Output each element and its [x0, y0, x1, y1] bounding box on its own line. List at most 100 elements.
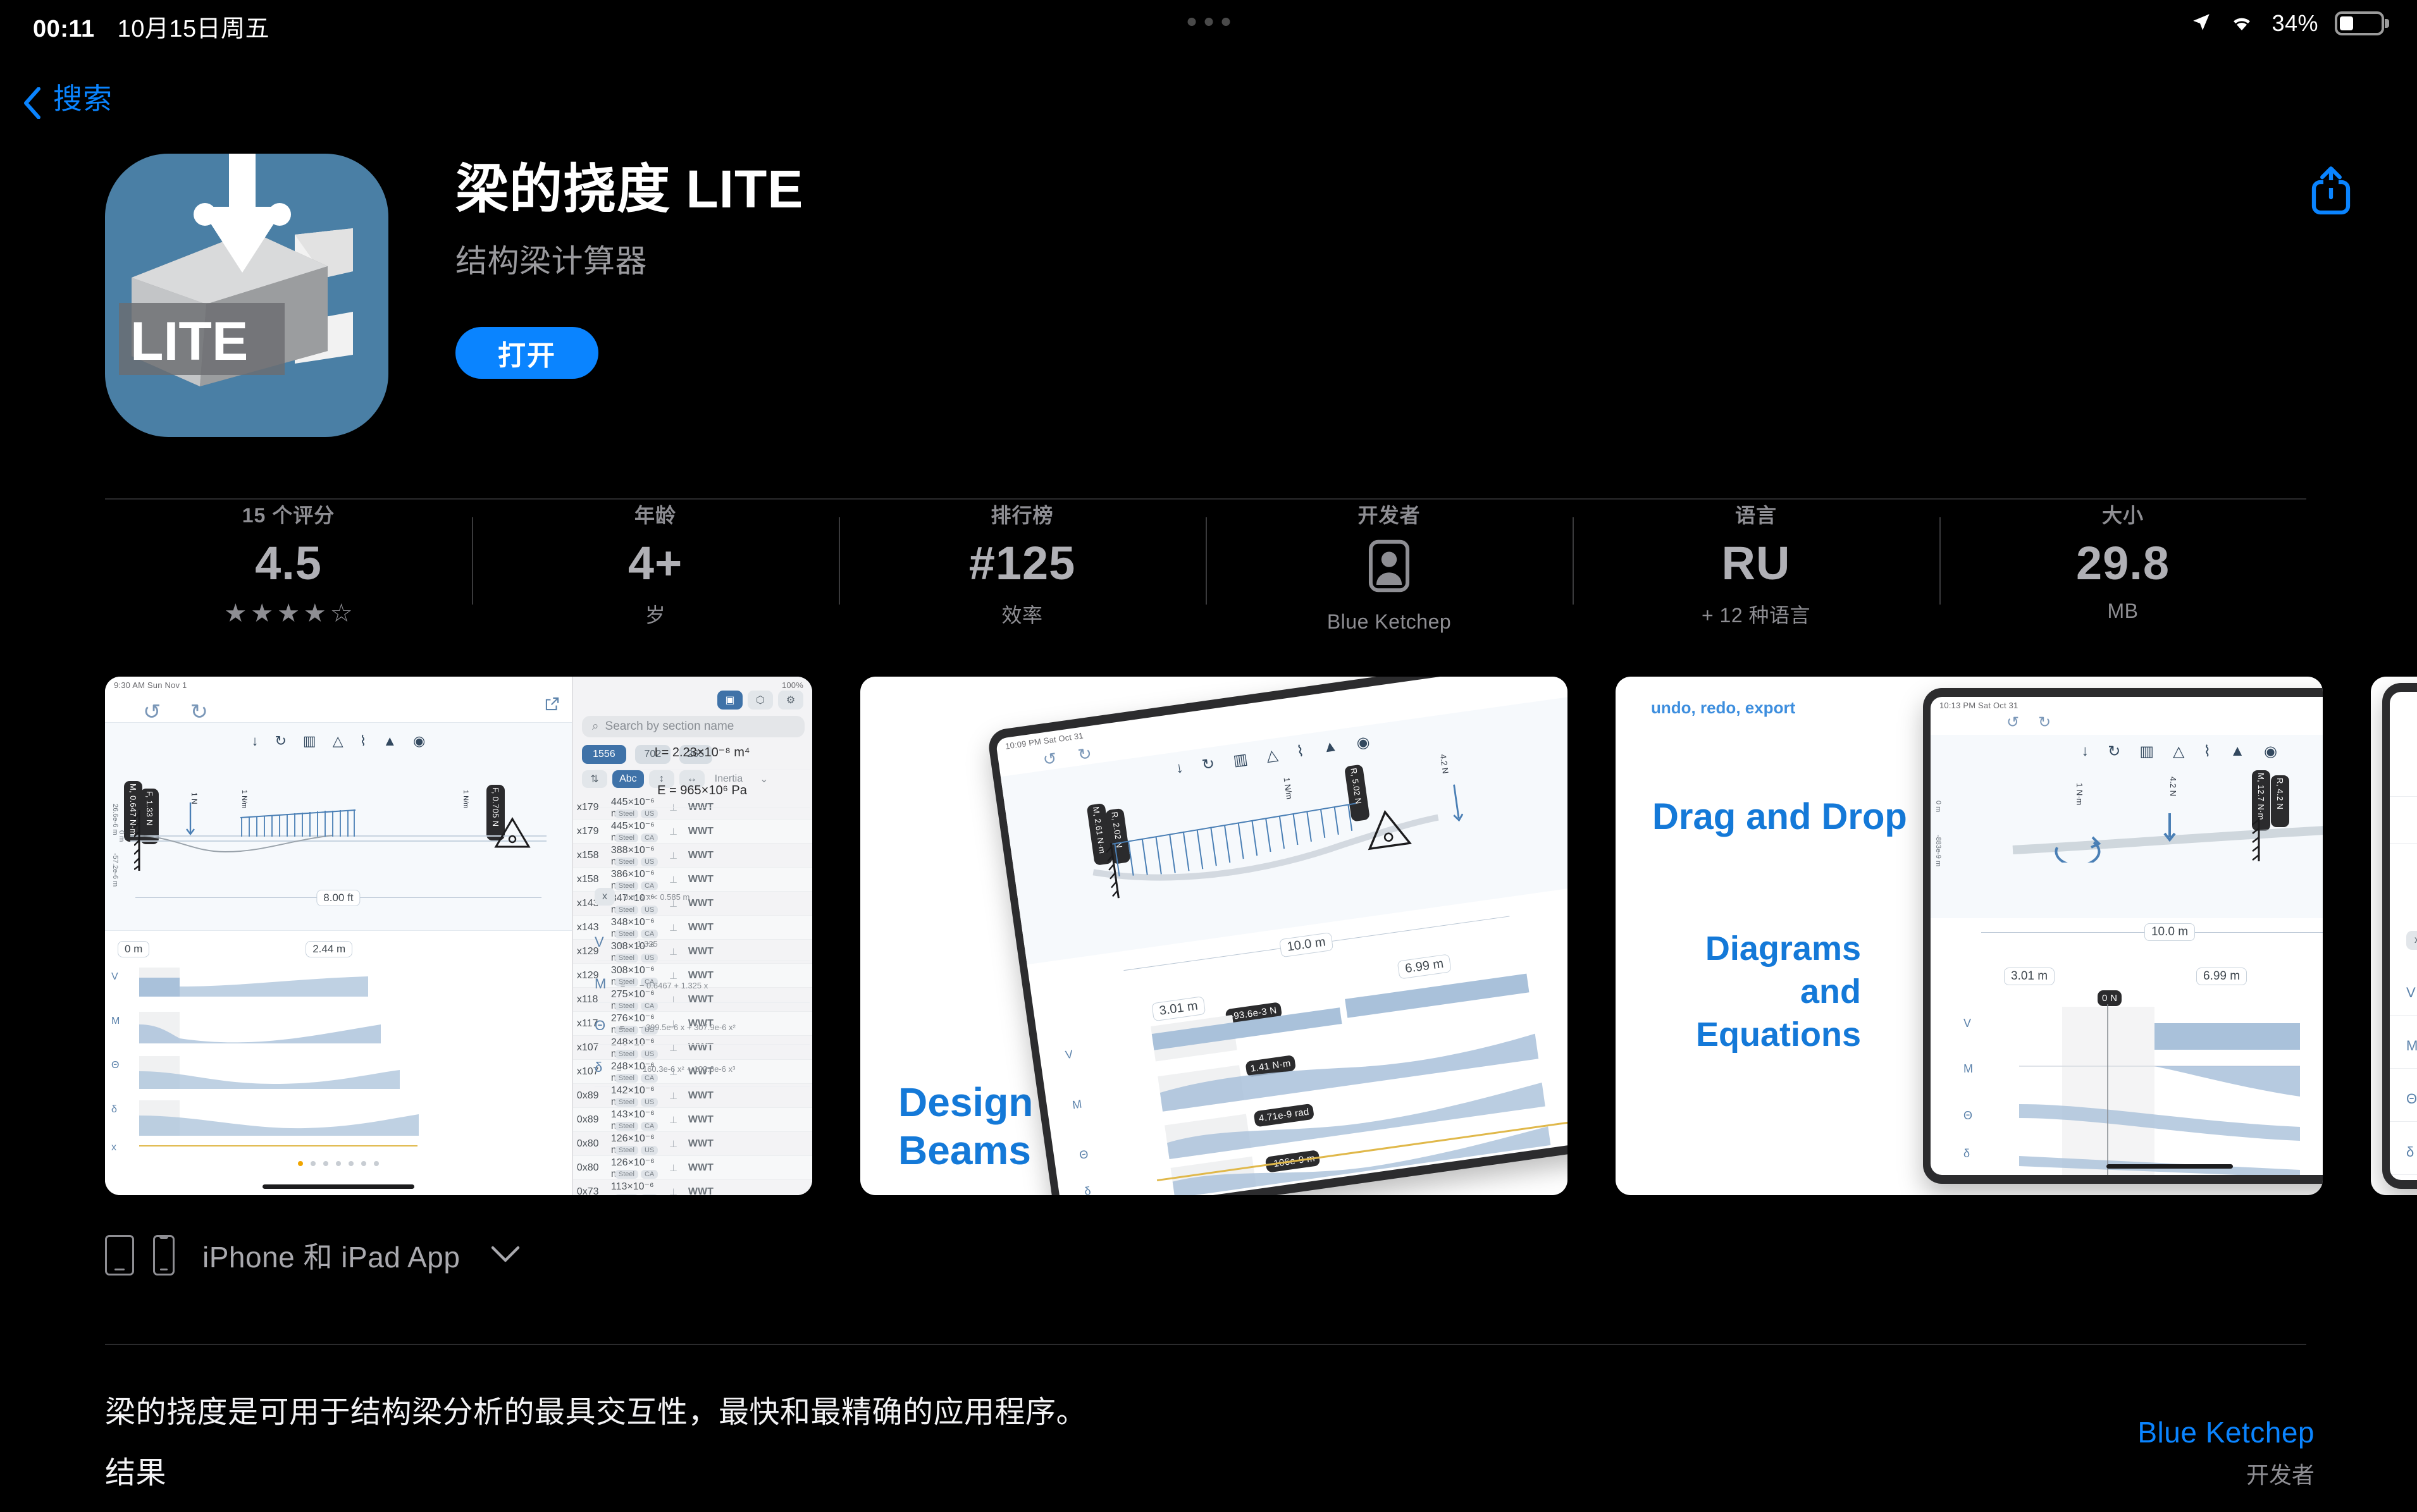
shape-i-count[interactable]: 1556 — [581, 745, 626, 764]
moment-icon[interactable]: ↻ — [275, 733, 286, 749]
section-3d-icon[interactable]: ⬡ — [748, 691, 773, 710]
filter-abc[interactable]: Abc — [612, 770, 644, 788]
spring-icon[interactable]: ⌇ — [2204, 742, 2211, 761]
pin-support-icon[interactable]: △ — [2173, 742, 2184, 761]
element-palette[interactable]: ↓ ↻ ▥ △ ⌇ ▲ ◉ — [2081, 742, 2277, 761]
compatibility-row[interactable]: iPhone 和 iPad App — [105, 1234, 521, 1276]
beam-canvas[interactable]: ↓ ↻ ▥ △ ⌇ ▲ ◉ M, 12.7 N·m R, 4.2 N 1 N·m… — [1931, 735, 2323, 918]
width-icon[interactable]: ↔ — [679, 770, 705, 788]
redo-icon[interactable]: ↻ — [2038, 713, 2051, 732]
section-tag: US — [640, 906, 658, 914]
moment-icon[interactable]: ↻ — [1201, 754, 1216, 775]
pin-support-icon[interactable]: △ — [333, 733, 343, 749]
moment-icon[interactable]: ↻ — [2108, 742, 2120, 761]
search-input[interactable]: ⌕ Search by section name — [581, 716, 805, 737]
open-button[interactable]: 打开 — [455, 327, 598, 379]
table-row[interactable]: 0x80126×10⁻⁶ m⁴⊥WWTSteelCA — [572, 1156, 812, 1180]
sort-icon[interactable]: ⇅ — [581, 770, 607, 788]
status-bar-multitask-handle[interactable] — [1187, 18, 1230, 26]
section-series: WWT — [688, 1138, 714, 1149]
screenshot-2[interactable]: Design Beams 10:09 PM Sat Oct 31 ↺ ↻ ↓ ↻ … — [860, 677, 1567, 1195]
redo-icon[interactable]: ↻ — [1077, 744, 1093, 765]
beam-canvas[interactable]: ↓ ↻ ▥ △ ⌇ ▲ ◉ M, 2.61 N·m R, 2.02 N R, 5… — [1000, 694, 1567, 965]
table-row[interactable]: x158388×10⁻⁶ m⁴⊥WWTSteelUS — [572, 844, 812, 868]
stat-size[interactable]: 大小 29.8 MB — [1939, 500, 2306, 639]
distributed-load-icon[interactable]: ▥ — [1232, 750, 1249, 770]
table-row[interactable]: x118275×10⁻⁶ m⁴⊥WWTSteelCA — [572, 988, 812, 1012]
screenshot-gallery[interactable]: 9:30 AM Sun Nov 1 ↺ ↻ ↓ ↻ ▥ △ ⌇ ▲ ◉ M, 0… — [105, 677, 2417, 1195]
table-row[interactable]: 0x73 113×10⁻⁶ m⁴ ⊥ WWT SteelUS — [573, 1180, 812, 1195]
table-row[interactable]: 0x89143×10⁻⁶ m⁴⊥WWTSteelCA — [572, 1108, 812, 1132]
rating-stars: ★ ★ ★ ★ ☆ — [224, 601, 352, 626]
stat-rating[interactable]: 15 个评分 4.5 ★ ★ ★ ★ ☆ — [105, 500, 472, 639]
stat-language[interactable]: 语言 RU + 12 种语言 — [1573, 500, 1939, 639]
table-row[interactable]: x107248×10⁻⁶ m⁴⊥WWTSteelCA — [572, 1060, 812, 1084]
section-name: 0x89 — [576, 1114, 599, 1125]
pin-support-triangle — [1368, 809, 1412, 851]
screenshot-4[interactable]: I = 2 E = x 1.95 m ≤ V = 0 M — [2371, 677, 2417, 1195]
redo-icon[interactable]: ↻ — [190, 699, 209, 725]
section-pane-tabs[interactable]: ▣ ⬡ ⚙ — [717, 691, 803, 710]
shape-t-count[interactable]: 702 — [634, 745, 671, 764]
spring-icon[interactable]: ⌇ — [360, 733, 367, 749]
section-shape-glyph: ⊥ — [669, 1018, 677, 1030]
developer-name[interactable]: Blue Ketchep — [2137, 1415, 2315, 1449]
section-tag: Steel — [614, 978, 638, 986]
section-shape-icon[interactable]: ▣ — [717, 691, 743, 710]
diagram-plots — [139, 968, 419, 1146]
element-palette[interactable]: ↓ ↻ ▥ △ ⌇ ▲ ◉ — [251, 733, 425, 749]
table-row[interactable]: x179445×10⁻⁶ m⁴⊥WWTSteelCA — [572, 820, 812, 844]
undo-icon[interactable]: ↺ — [1042, 749, 1058, 770]
section-library-pane[interactable]: 100% ▣ ⬡ ⚙ ⌕ Search by section name 1556… — [571, 677, 812, 1195]
table-row[interactable]: 0x80126×10⁻⁶ m⁴⊥WWTSteelUS — [572, 1132, 812, 1156]
point-load-icon[interactable]: ↓ — [1175, 759, 1185, 778]
undo-icon[interactable]: ↺ — [143, 699, 161, 725]
developer-link[interactable]: Blue Ketchep 开发者 — [2137, 1415, 2315, 1490]
element-palette[interactable]: ↓ ↻ ▥ △ ⌇ ▲ ◉ — [1175, 733, 1371, 778]
stat-label: 15 个评分 — [242, 504, 335, 527]
stat-developer[interactable]: 开发者 Blue Ketchep — [1206, 500, 1573, 639]
roller-support-icon[interactable]: ▲ — [1321, 737, 1339, 758]
table-row[interactable]: x129308×10⁻⁶ m⁴⊥WWTSteelUS — [572, 940, 812, 964]
chevron-down-icon[interactable]: ⌄ — [753, 770, 776, 788]
settings-gear-icon[interactable]: ⚙ — [778, 691, 803, 710]
screenshot-pagination-dots[interactable] — [297, 1161, 379, 1166]
description-block[interactable]: 梁的挠度是可用于结构梁分析的最具交互性，最快和最精确的应用程序。 结果 实时获取… — [105, 1388, 1560, 1512]
chevron-down-icon[interactable] — [490, 1245, 521, 1266]
axis-label-m: M — [1963, 1062, 1973, 1075]
hinge-icon[interactable]: ◉ — [2264, 742, 2277, 761]
table-row[interactable]: x107248×10⁻⁶ m⁴⊥WWTSteelUS — [572, 1036, 812, 1060]
screenshot-1[interactable]: 9:30 AM Sun Nov 1 ↺ ↻ ↓ ↻ ▥ △ ⌇ ▲ ◉ M, 0… — [105, 677, 812, 1195]
export-icon[interactable] — [544, 696, 560, 715]
table-row[interactable]: x143347×10⁻⁶ m⁴⊥WWTSteelUS — [572, 892, 812, 916]
beam-canvas[interactable]: ↓ ↻ ▥ △ ⌇ ▲ ◉ M, 0.647 N·m F, 1.33 N F, … — [105, 722, 572, 931]
back-button[interactable]: 搜索 — [23, 76, 113, 120]
point-load-icon[interactable]: ↓ — [251, 733, 258, 749]
height-icon[interactable]: ↕ — [648, 770, 674, 788]
stat-age[interactable]: 年龄 4+ 岁 — [472, 500, 839, 639]
filter-inertia[interactable]: Inertia — [710, 770, 748, 788]
pin-support-icon[interactable]: △ — [1265, 746, 1279, 765]
table-row[interactable]: x117276×10⁻⁶ m⁴⊥WWTSteelUS — [572, 1012, 812, 1036]
share-icon[interactable] — [2308, 163, 2354, 216]
stat-chart-rank[interactable]: 排行榜 #125 效率 — [839, 500, 1206, 639]
distributed-load-icon[interactable]: ▥ — [2139, 742, 2154, 761]
point-load-icon[interactable]: ↓ — [2081, 742, 2089, 761]
shape-c-count[interactable]: 265 — [679, 745, 712, 764]
table-row[interactable]: x179445×10⁻⁶ m⁴⊥WWTSteelUS — [572, 796, 812, 820]
distributed-load-icon[interactable]: ▥ — [303, 733, 316, 749]
spring-icon[interactable]: ⌇ — [1295, 742, 1306, 761]
table-row[interactable]: x158386×10⁻⁶ m⁴⊥WWTSteelCA — [572, 868, 812, 892]
table-row[interactable]: x143348×10⁻⁶ m⁴⊥WWTSteelCA — [572, 916, 812, 940]
roller-support-icon[interactable]: ▲ — [2230, 742, 2245, 761]
table-row[interactable]: 0x89142×10⁻⁶ m⁴⊥WWTSteelUS — [572, 1084, 812, 1108]
hinge-icon[interactable]: ◉ — [413, 733, 425, 749]
roller-support-icon[interactable]: ▲ — [383, 733, 397, 749]
shape-type-row[interactable]: 1556 702 265 — [581, 745, 812, 764]
hinge-icon[interactable]: ◉ — [1356, 733, 1371, 753]
table-row[interactable]: x129308×10⁻⁶ m⁴⊥WWTSteelCA — [572, 964, 812, 988]
undo-icon[interactable]: ↺ — [2006, 713, 2019, 732]
filter-row[interactable]: ⇅ Abc ↕ ↔ Inertia ⌄ — [581, 770, 812, 788]
screenshot-3[interactable]: undo, redo, export Drag and Drop Diagram… — [1616, 677, 2323, 1195]
section-table[interactable]: x179445×10⁻⁶ m⁴⊥WWTSteelUSx179445×10⁻⁶ m… — [572, 796, 812, 1195]
